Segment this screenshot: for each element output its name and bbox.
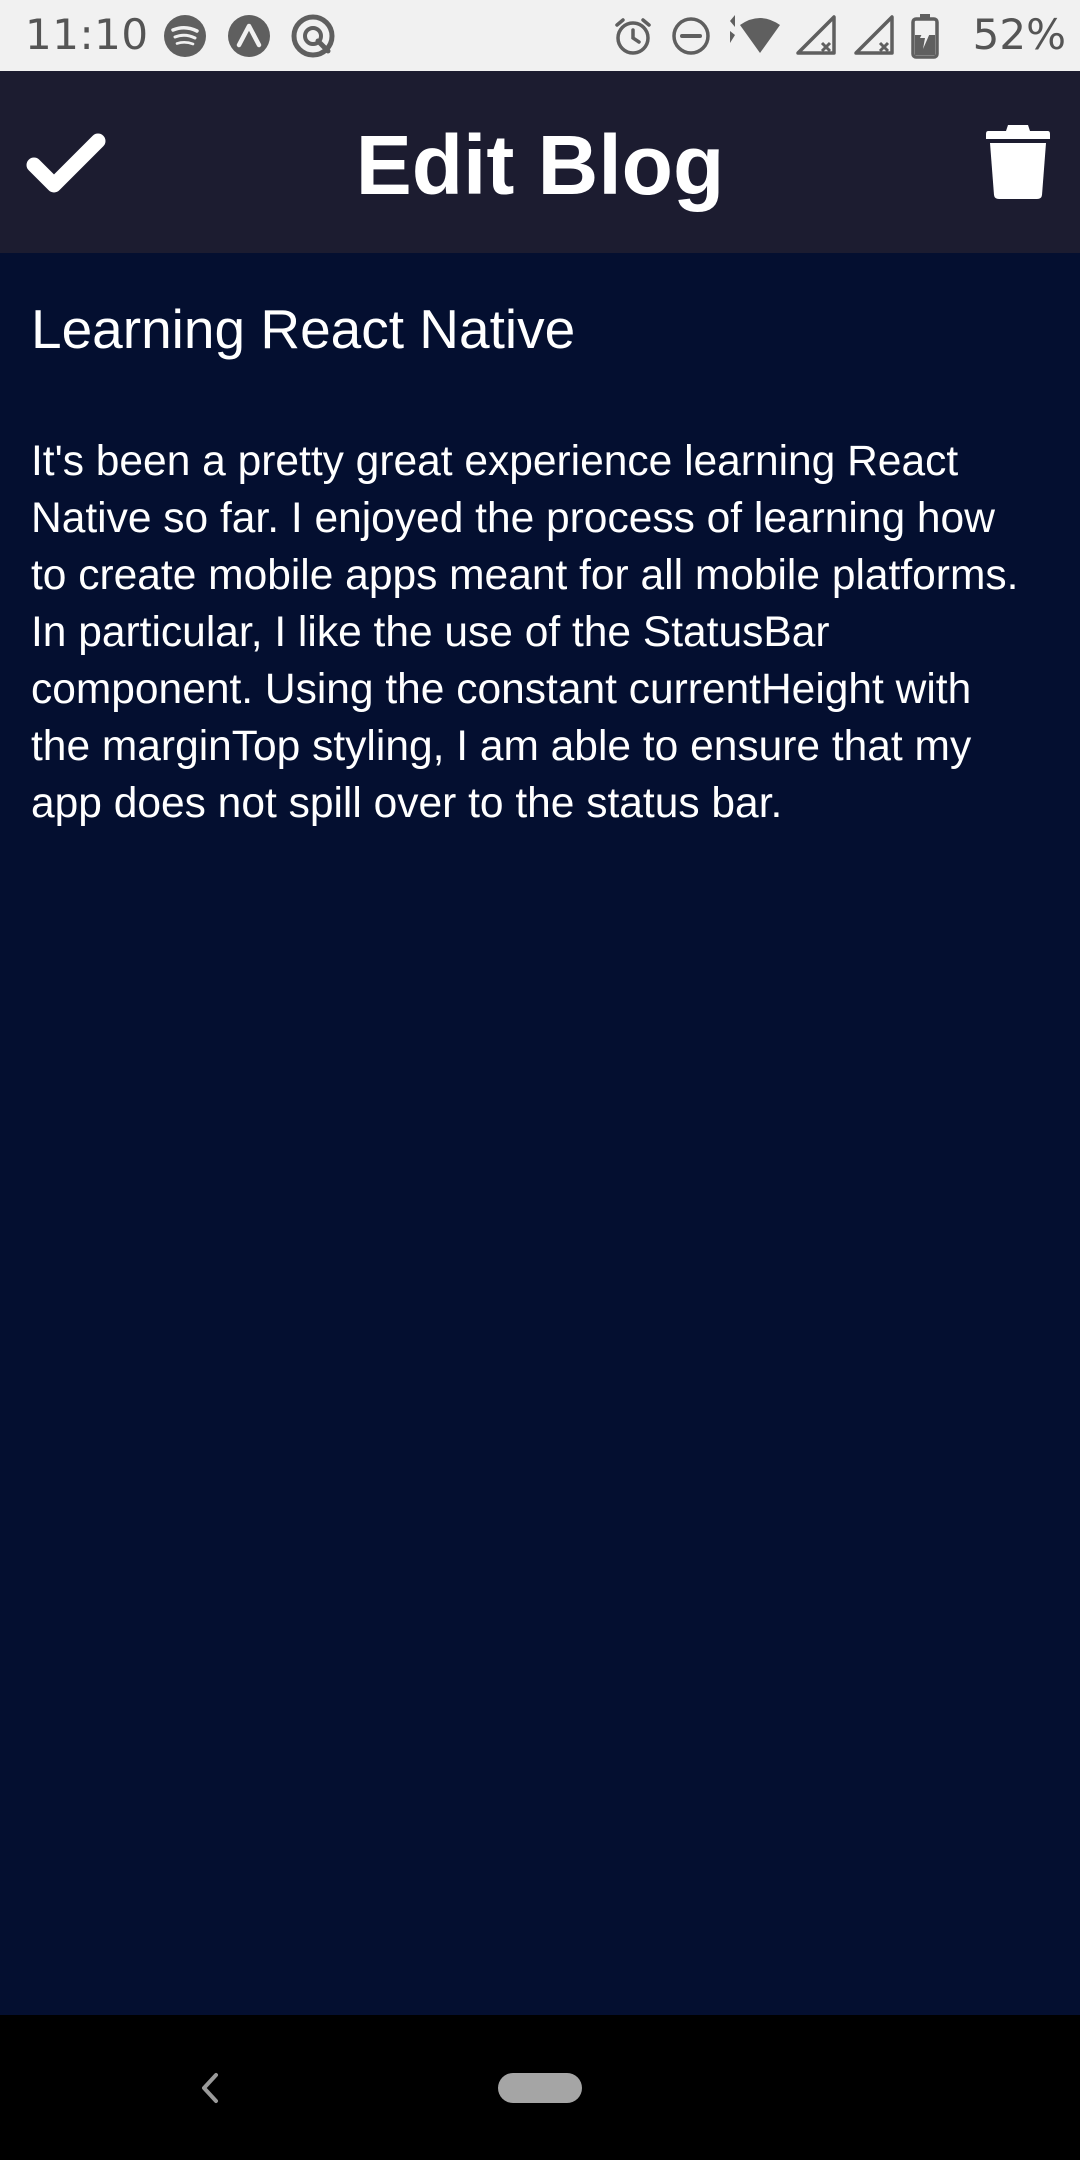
wifi-icon (726, 13, 782, 59)
status-bar: 11:10 52% (0, 0, 1080, 71)
status-left-icons (162, 13, 336, 59)
home-button[interactable] (498, 2073, 582, 2103)
chevron-left-icon (202, 2073, 218, 2103)
expo-icon (226, 13, 272, 59)
delete-button[interactable] (986, 123, 1050, 199)
title-input[interactable]: Learning React Native (31, 291, 1041, 367)
trash-icon (986, 125, 1050, 199)
page-title: Edit Blog (355, 118, 725, 212)
content-input[interactable]: It's been a pretty great experience lear… (31, 433, 1041, 832)
alarm-icon (610, 13, 656, 59)
status-right-icons (610, 13, 940, 59)
app-header: Edit Blog (0, 71, 1080, 253)
navigation-bar (0, 2015, 1080, 2160)
app-notification-icon (290, 13, 336, 59)
battery-percentage: 52% (972, 10, 1066, 59)
battery-charging-icon (910, 13, 940, 59)
signal-icon (852, 13, 898, 59)
back-button[interactable] (190, 2063, 230, 2113)
do-not-disturb-icon (668, 13, 714, 59)
signal-icon (794, 13, 840, 59)
spotify-icon (162, 13, 208, 59)
status-time: 11:10 (25, 10, 149, 59)
blog-editor: Learning React Native It's been a pretty… (0, 253, 1080, 2015)
screen: 11:10 52% Edit Blog Learning React Nativ… (0, 0, 1080, 2160)
